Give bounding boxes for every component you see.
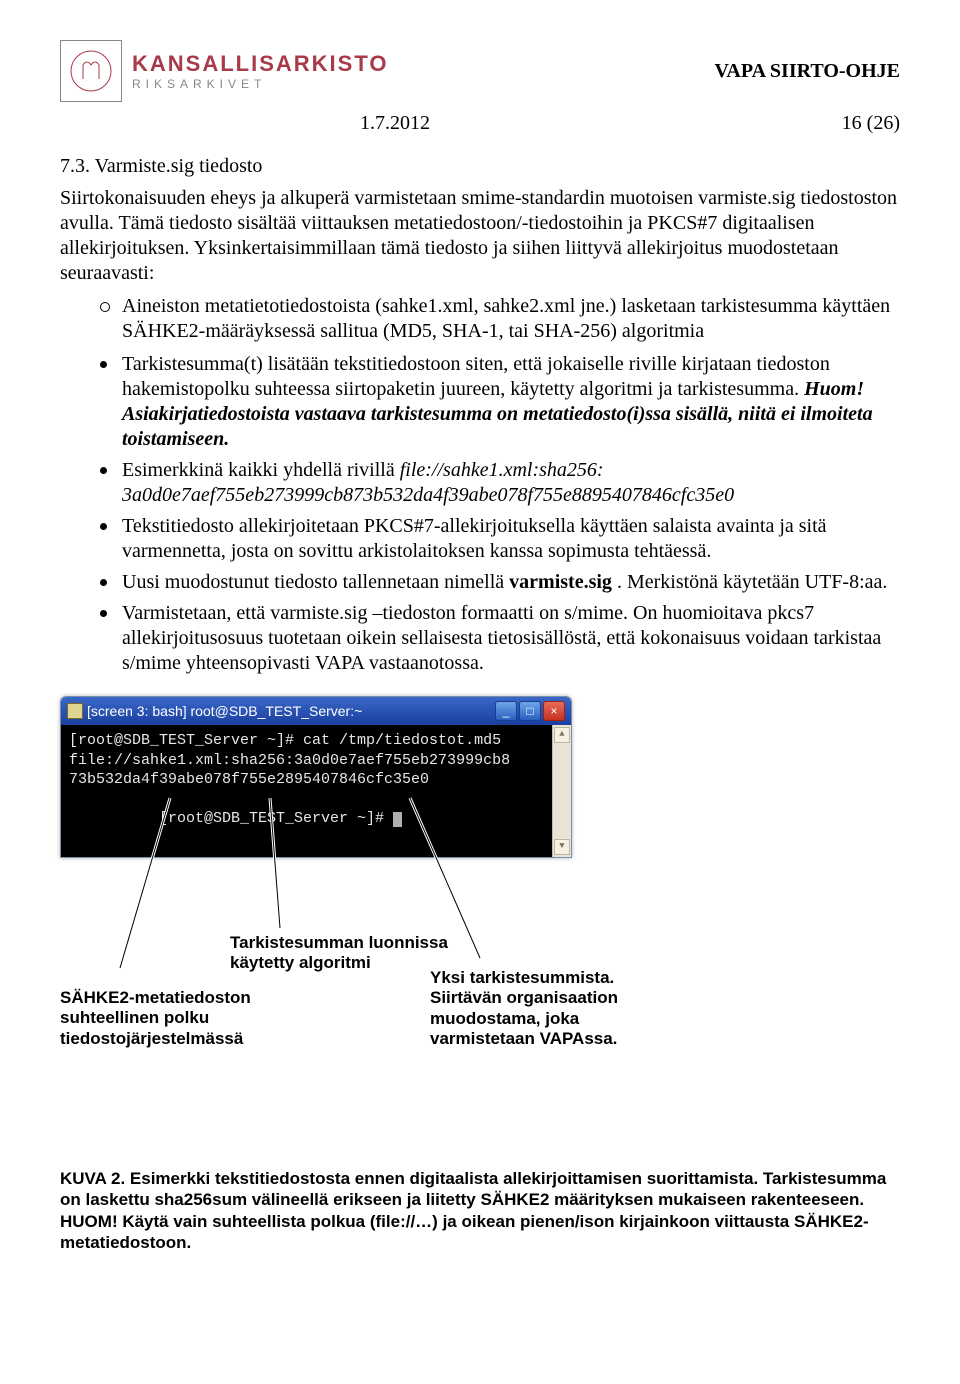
annotation-label-algorithm: Tarkistesumman luonnissa käytetty algori…: [230, 933, 450, 974]
terminal-line: [root@SDB_TEST_Server ~]#: [69, 790, 563, 849]
list-item: Varmistetaan, että varmiste.sig –tiedost…: [100, 601, 900, 676]
archive-emblem-icon: [60, 40, 122, 102]
scrollbar[interactable]: ▲ ▼: [552, 725, 571, 857]
list-item: Tekstitiedosto allekirjoitetaan PKCS#7-a…: [100, 514, 900, 564]
bullet-emphasis-text: Asiakirjatiedostoista vastaava tarkistes…: [122, 403, 873, 450]
page-header: KANSALLISARKISTO RIKSARKIVET VAPA SIIRTO…: [60, 40, 900, 102]
terminal-titlebar: [screen 3: bash] root@SDB_TEST_Server:~ …: [61, 697, 571, 725]
bullet-italic: file://sahke1.xml:sha256:: [400, 459, 604, 481]
bullet-italic-hash: 3a0d0e7aef755eb273999cb873b532da4f39abe0…: [122, 484, 734, 506]
terminal-icon: [67, 703, 83, 719]
annotations: Tarkistesumman luonnissa käytetty algori…: [60, 858, 700, 1108]
list-item: Tarkistesumma(t) lisätään tekstitiedosto…: [100, 352, 900, 452]
bullet-text: Tarkistesumma(t) lisätään tekstitiedosto…: [122, 353, 830, 400]
date-page-row: 1.7.2012 16 (26): [360, 112, 900, 135]
figure-caption: KUVA 2. Esimerkki tekstitiedostosta enne…: [60, 1168, 900, 1253]
bullet-emphasis: Huom!: [804, 378, 864, 400]
terminal-line: 73b532da4f39abe078f755e2895407846cfc35e0: [69, 770, 563, 790]
list-item: Esimerkkinä kaikki yhdellä rivillä file:…: [100, 458, 900, 508]
sub-list: Aineiston metatietotiedostoista (sahke1.…: [100, 294, 900, 344]
terminal-window: [screen 3: bash] root@SDB_TEST_Server:~ …: [60, 696, 572, 858]
logo: KANSALLISARKISTO RIKSARKIVET: [60, 40, 389, 102]
intro-paragraph: Siirtokonaisuuden eheys ja alkuperä varm…: [60, 186, 900, 286]
logo-title: KANSALLISARKISTO: [132, 51, 389, 77]
document-date: 1.7.2012: [360, 112, 430, 135]
page-number: 16 (26): [842, 112, 900, 135]
list-item: Uusi muodostunut tiedosto tallennetaan n…: [100, 570, 900, 595]
section-heading: 7.3. Varmiste.sig tiedosto: [60, 155, 900, 178]
bullet-text: Esimerkkinä kaikki yhdellä rivillä: [122, 459, 400, 481]
maximize-button[interactable]: □: [519, 701, 541, 721]
bullet-text: . Merkistönä käytetään UTF-8:aa.: [617, 571, 887, 593]
embedded-screenshot: [screen 3: bash] root@SDB_TEST_Server:~ …: [60, 696, 900, 1108]
annotation-label-path: SÄHKE2-metatiedoston suhteellinen polku …: [60, 988, 350, 1049]
terminal-title: [screen 3: bash] root@SDB_TEST_Server:~: [87, 703, 362, 719]
terminal-prompt: [root@SDB_TEST_Server ~]#: [159, 810, 393, 827]
bullet-bold: varmiste.sig: [509, 571, 612, 593]
document-title: VAPA SIIRTO-OHJE: [715, 60, 900, 83]
minimize-button[interactable]: _: [495, 701, 517, 721]
sub-item: Aineiston metatietotiedostoista (sahke1.…: [100, 294, 900, 344]
bullet-list: Tarkistesumma(t) lisätään tekstitiedosto…: [100, 352, 900, 676]
scroll-up-icon[interactable]: ▲: [554, 727, 570, 743]
close-button[interactable]: ×: [543, 701, 565, 721]
scroll-down-icon[interactable]: ▼: [554, 839, 570, 855]
cursor-icon: [393, 812, 402, 827]
bullet-text: Uusi muodostunut tiedosto tallennetaan n…: [122, 571, 509, 593]
terminal-line: file://sahke1.xml:sha256:3a0d0e7aef755eb…: [69, 751, 563, 771]
window-controls: _ □ ×: [495, 701, 565, 721]
annotation-label-checksum: Yksi tarkistesummista. Siirtävän organis…: [430, 968, 670, 1050]
logo-subtitle: RIKSARKIVET: [132, 77, 389, 91]
terminal-line: [root@SDB_TEST_Server ~]# cat /tmp/tiedo…: [69, 731, 563, 751]
terminal-body: [root@SDB_TEST_Server ~]# cat /tmp/tiedo…: [61, 725, 571, 857]
